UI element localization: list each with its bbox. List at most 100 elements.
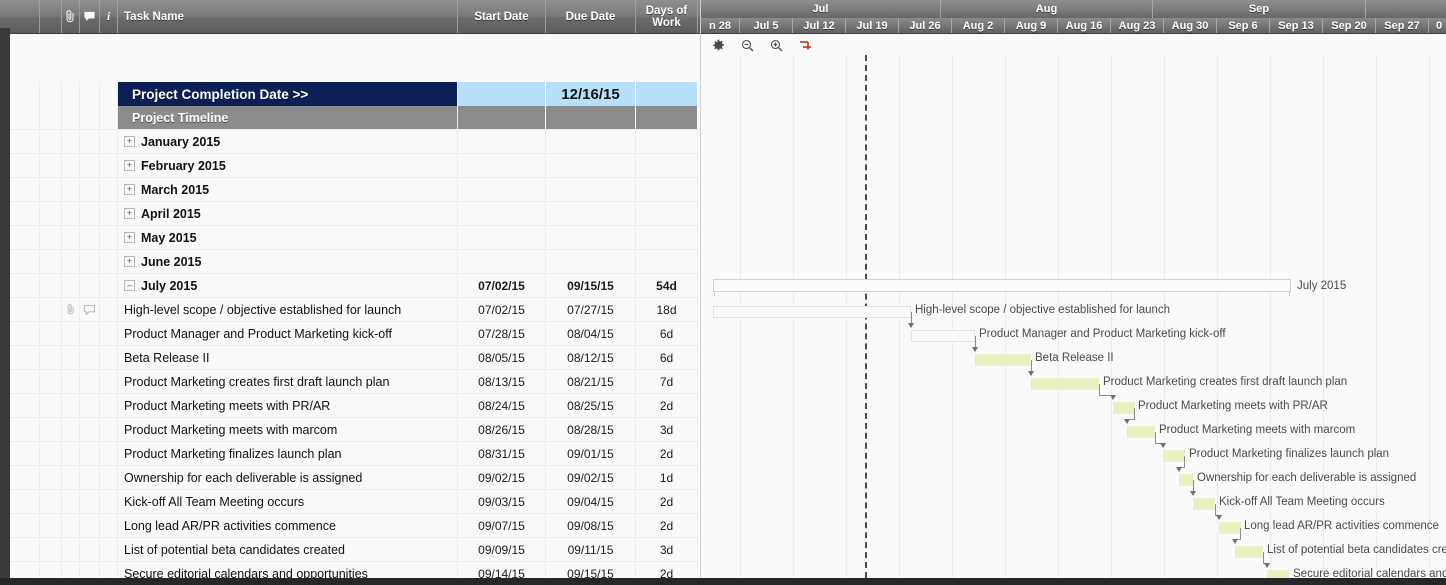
- month-start-cell[interactable]: [458, 154, 546, 177]
- task-due-cell[interactable]: 09/11/15: [546, 538, 636, 561]
- month-start-cell[interactable]: [458, 130, 546, 153]
- task-start-cell[interactable]: 09/09/15: [458, 538, 546, 561]
- row-info-cell[interactable]: [100, 274, 118, 297]
- comment-icon[interactable]: [80, 490, 100, 513]
- gantt-task-bar[interactable]: [1267, 570, 1289, 578]
- table-row[interactable]: High-level scope / objective established…: [0, 298, 700, 322]
- table-row[interactable]: List of potential beta candidates create…: [0, 538, 700, 562]
- paperclip-icon[interactable]: [62, 0, 80, 33]
- row-attachment-cell[interactable]: [62, 82, 80, 106]
- gantt-task-bar[interactable]: [1031, 378, 1099, 390]
- month-due-cell[interactable]: [546, 250, 636, 273]
- month-expander-toggle[interactable]: +: [124, 160, 135, 171]
- header-due-date[interactable]: Due Date: [546, 0, 636, 33]
- month-task-cell[interactable]: + January 2015: [118, 130, 458, 153]
- month-row[interactable]: – July 2015 07/02/15 09/15/15 54d: [0, 274, 700, 298]
- comment-icon[interactable]: [80, 394, 100, 417]
- month-task-cell[interactable]: + April 2015: [118, 202, 458, 225]
- row-info-cell[interactable]: [100, 130, 118, 153]
- task-name-cell[interactable]: Ownership for each deliverable is assign…: [118, 466, 458, 489]
- paperclip-icon[interactable]: [62, 466, 80, 489]
- comment-icon[interactable]: [80, 466, 100, 489]
- table-row[interactable]: Product Marketing meets with marcom 08/26…: [0, 418, 700, 442]
- task-name-cell[interactable]: Product Marketing creates first draft la…: [118, 370, 458, 393]
- table-row[interactable]: Beta Release II 08/05/15 08/12/15 6d: [0, 346, 700, 370]
- row-info-cell[interactable]: [100, 442, 118, 465]
- month-due-cell[interactable]: [546, 178, 636, 201]
- comment-icon[interactable]: [80, 0, 100, 33]
- project-timeline-start-cell[interactable]: [458, 106, 546, 129]
- month-expander-toggle[interactable]: +: [124, 136, 135, 147]
- month-days-cell[interactable]: [636, 250, 698, 273]
- row-info-cell[interactable]: [100, 514, 118, 537]
- task-due-cell[interactable]: 07/27/15: [546, 298, 636, 321]
- task-due-cell[interactable]: 09/08/15: [546, 514, 636, 537]
- month-row[interactable]: + June 2015: [0, 250, 700, 274]
- row-attachment-cell[interactable]: [62, 178, 80, 201]
- row-info-cell[interactable]: [100, 250, 118, 273]
- project-timeline-days-cell[interactable]: [636, 106, 698, 129]
- paperclip-icon[interactable]: [62, 298, 80, 321]
- task-start-cell[interactable]: 09/03/15: [458, 490, 546, 513]
- task-days-cell[interactable]: 2d: [636, 490, 698, 513]
- task-name-cell[interactable]: Product Marketing meets with PR/AR: [118, 394, 458, 417]
- task-name-cell[interactable]: Long lead AR/PR activities commence: [118, 514, 458, 537]
- month-row[interactable]: + March 2015: [0, 178, 700, 202]
- month-row[interactable]: + April 2015: [0, 202, 700, 226]
- paperclip-icon[interactable]: [62, 514, 80, 537]
- gantt-task-bar[interactable]: [1193, 498, 1215, 510]
- month-row[interactable]: + February 2015: [0, 154, 700, 178]
- month-due-cell[interactable]: [546, 202, 636, 225]
- month-days-cell[interactable]: 54d: [636, 274, 698, 297]
- task-due-cell[interactable]: 09/02/15: [546, 466, 636, 489]
- task-days-cell[interactable]: 1d: [636, 466, 698, 489]
- task-days-cell[interactable]: 2d: [636, 394, 698, 417]
- gantt-task-bar[interactable]: [1127, 426, 1155, 438]
- row-attachment-cell[interactable]: [62, 202, 80, 225]
- table-row[interactable]: Long lead AR/PR activities commence 09/07…: [0, 514, 700, 538]
- table-row[interactable]: Ownership for each deliverable is assign…: [0, 466, 700, 490]
- task-start-cell[interactable]: 07/28/15: [458, 322, 546, 345]
- task-start-cell[interactable]: 09/07/15: [458, 514, 546, 537]
- gantt-task-bar[interactable]: [1235, 546, 1263, 558]
- gantt-task-bar[interactable]: [713, 306, 911, 318]
- row-comment-cell[interactable]: [80, 226, 100, 249]
- month-days-cell[interactable]: [636, 130, 698, 153]
- table-row[interactable]: Product Marketing creates first draft la…: [0, 370, 700, 394]
- task-start-cell[interactable]: 08/24/15: [458, 394, 546, 417]
- task-name-cell[interactable]: Kick-off All Team Meeting occurs: [118, 490, 458, 513]
- month-due-cell[interactable]: [546, 154, 636, 177]
- row-comment-cell[interactable]: [80, 154, 100, 177]
- row-comment-cell[interactable]: [80, 82, 100, 106]
- comment-icon[interactable]: [80, 346, 100, 369]
- row-attachment-cell[interactable]: [62, 130, 80, 153]
- task-start-cell[interactable]: 07/02/15: [458, 298, 546, 321]
- task-days-cell[interactable]: 2d: [636, 514, 698, 537]
- row-info-cell[interactable]: [100, 154, 118, 177]
- month-start-cell[interactable]: 07/02/15: [458, 274, 546, 297]
- month-due-cell[interactable]: [546, 130, 636, 153]
- project-timeline-task-cell[interactable]: Project Timeline: [118, 106, 458, 129]
- table-row[interactable]: Kick-off All Team Meeting occurs 09/03/15…: [0, 490, 700, 514]
- month-task-cell[interactable]: + March 2015: [118, 178, 458, 201]
- banner-due-cell[interactable]: 12/16/15: [546, 82, 636, 106]
- task-due-cell[interactable]: 08/12/15: [546, 346, 636, 369]
- month-start-cell[interactable]: [458, 202, 546, 225]
- paperclip-icon[interactable]: [62, 370, 80, 393]
- task-name-cell[interactable]: Product Manager and Product Marketing ki…: [118, 322, 458, 345]
- month-expander-toggle[interactable]: –: [124, 280, 135, 291]
- row-info-cell[interactable]: [100, 226, 118, 249]
- row-comment-cell[interactable]: [80, 178, 100, 201]
- paperclip-icon[interactable]: [62, 418, 80, 441]
- task-days-cell[interactable]: 6d: [636, 346, 698, 369]
- month-task-cell[interactable]: – July 2015: [118, 274, 458, 297]
- row-info-cell[interactable]: [100, 178, 118, 201]
- task-due-cell[interactable]: 09/01/15: [546, 442, 636, 465]
- month-due-cell[interactable]: [546, 226, 636, 249]
- row-info-cell[interactable]: [100, 322, 118, 345]
- header-days-of-work[interactable]: Days of Work: [636, 0, 698, 33]
- row-attachment-cell[interactable]: [62, 106, 80, 129]
- task-due-cell[interactable]: 08/28/15: [546, 418, 636, 441]
- task-start-cell[interactable]: 08/13/15: [458, 370, 546, 393]
- project-timeline-due-cell[interactable]: [546, 106, 636, 129]
